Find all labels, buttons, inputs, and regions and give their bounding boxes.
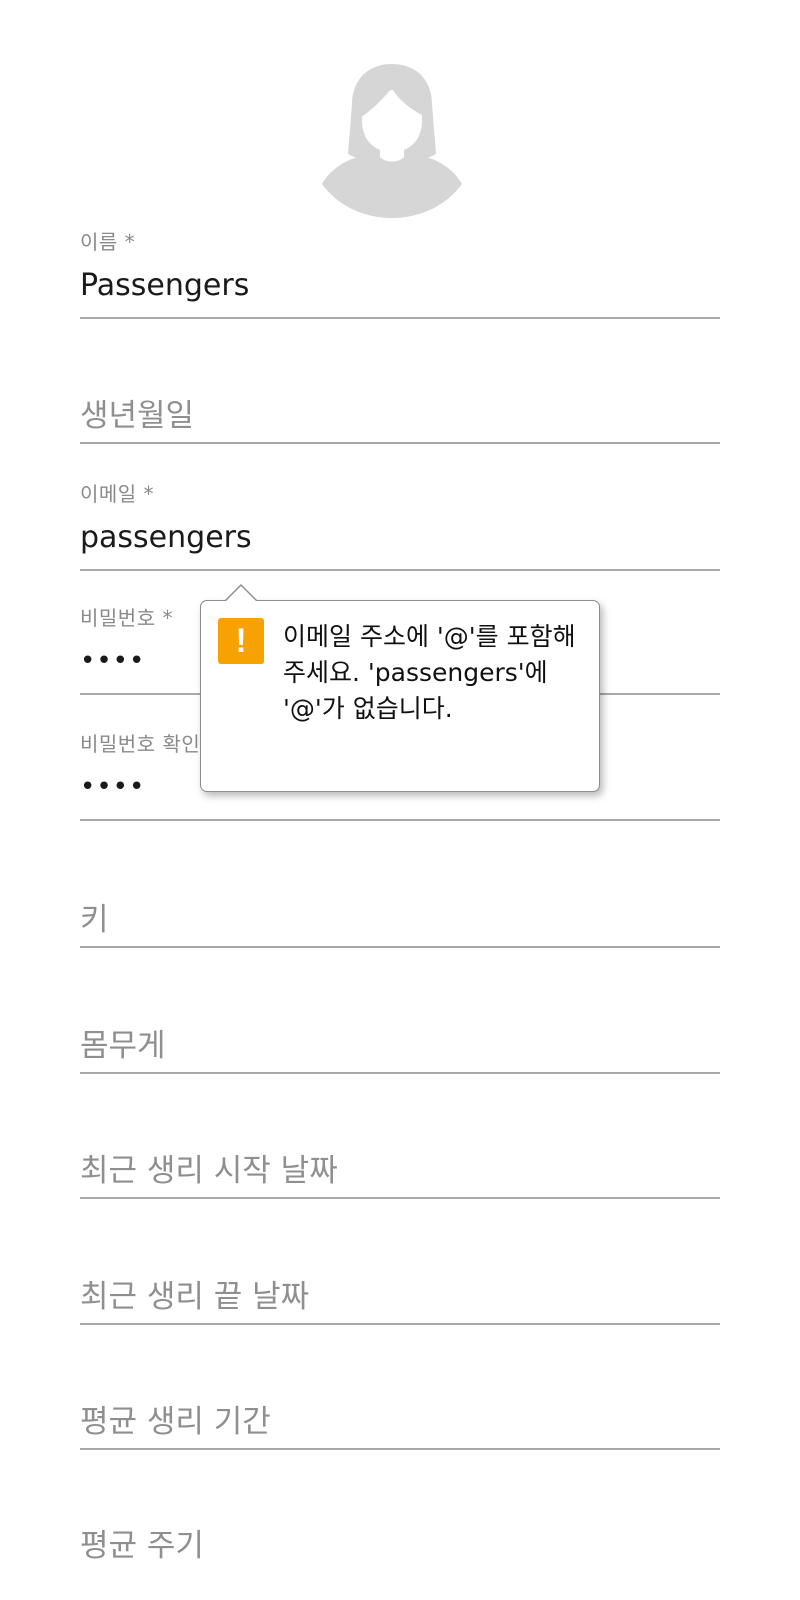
period-end-field[interactable]: 최근 생리 끝 날짜 xyxy=(80,1271,720,1327)
password-confirm-label: 비밀번호 확인 * xyxy=(80,732,218,756)
name-label: 이름 * xyxy=(80,230,136,254)
period-end-input[interactable]: 최근 생리 끝 날짜 xyxy=(80,1271,309,1316)
password-confirm-underline xyxy=(80,819,720,821)
tooltip-message: 이메일 주소에 '@'를 포함해 주세요. 'passengers'에 '@'가… xyxy=(283,622,576,723)
email-input[interactable]: passengers xyxy=(80,520,252,555)
period-start-field[interactable]: 최근 생리 시작 날짜 xyxy=(80,1145,720,1201)
birthdate-input[interactable]: 생년월일 xyxy=(80,390,194,435)
period-end-underline xyxy=(80,1323,720,1325)
avg-cycle-input[interactable]: 평균 주기 xyxy=(80,1520,204,1565)
name-input[interactable]: Passengers xyxy=(80,268,249,303)
height-underline xyxy=(80,946,720,948)
avg-period-length-underline xyxy=(80,1448,720,1450)
name-underline xyxy=(80,317,720,319)
avg-period-length-input[interactable]: 평균 생리 기간 xyxy=(80,1396,271,1441)
weight-field[interactable]: 몸무게 xyxy=(80,1020,720,1076)
warning-icon: ! xyxy=(218,618,264,664)
password-label: 비밀번호 * xyxy=(80,606,173,630)
avg-period-length-field[interactable]: 평균 생리 기간 xyxy=(80,1396,720,1452)
height-input[interactable]: 키 xyxy=(80,894,109,939)
avatar[interactable] xyxy=(322,60,462,218)
signup-form: 이름 * Passengers 생년월일 이메일 * passengers 비밀… xyxy=(0,0,800,1600)
avg-cycle-field[interactable]: 평균 주기 xyxy=(80,1520,720,1576)
password-confirm-input[interactable]: •••• xyxy=(80,772,145,802)
name-field[interactable]: 이름 * Passengers xyxy=(80,226,720,322)
email-label: 이메일 * xyxy=(80,482,155,506)
email-validation-tooltip: ! 이메일 주소에 '@'를 포함해 주세요. 'passengers'에 '@… xyxy=(200,584,600,792)
password-input[interactable]: •••• xyxy=(80,646,145,676)
birthdate-underline xyxy=(80,442,720,444)
weight-underline xyxy=(80,1072,720,1074)
period-start-input[interactable]: 최근 생리 시작 날짜 xyxy=(80,1145,338,1190)
email-field[interactable]: 이메일 * passengers xyxy=(80,478,720,574)
female-avatar-icon xyxy=(322,64,462,218)
email-underline xyxy=(80,569,720,571)
birthdate-field[interactable]: 생년월일 xyxy=(80,390,720,446)
tooltip-arrow-fill xyxy=(225,586,257,602)
height-field[interactable]: 키 xyxy=(80,894,720,950)
period-start-underline xyxy=(80,1197,720,1199)
weight-input[interactable]: 몸무게 xyxy=(80,1020,166,1065)
